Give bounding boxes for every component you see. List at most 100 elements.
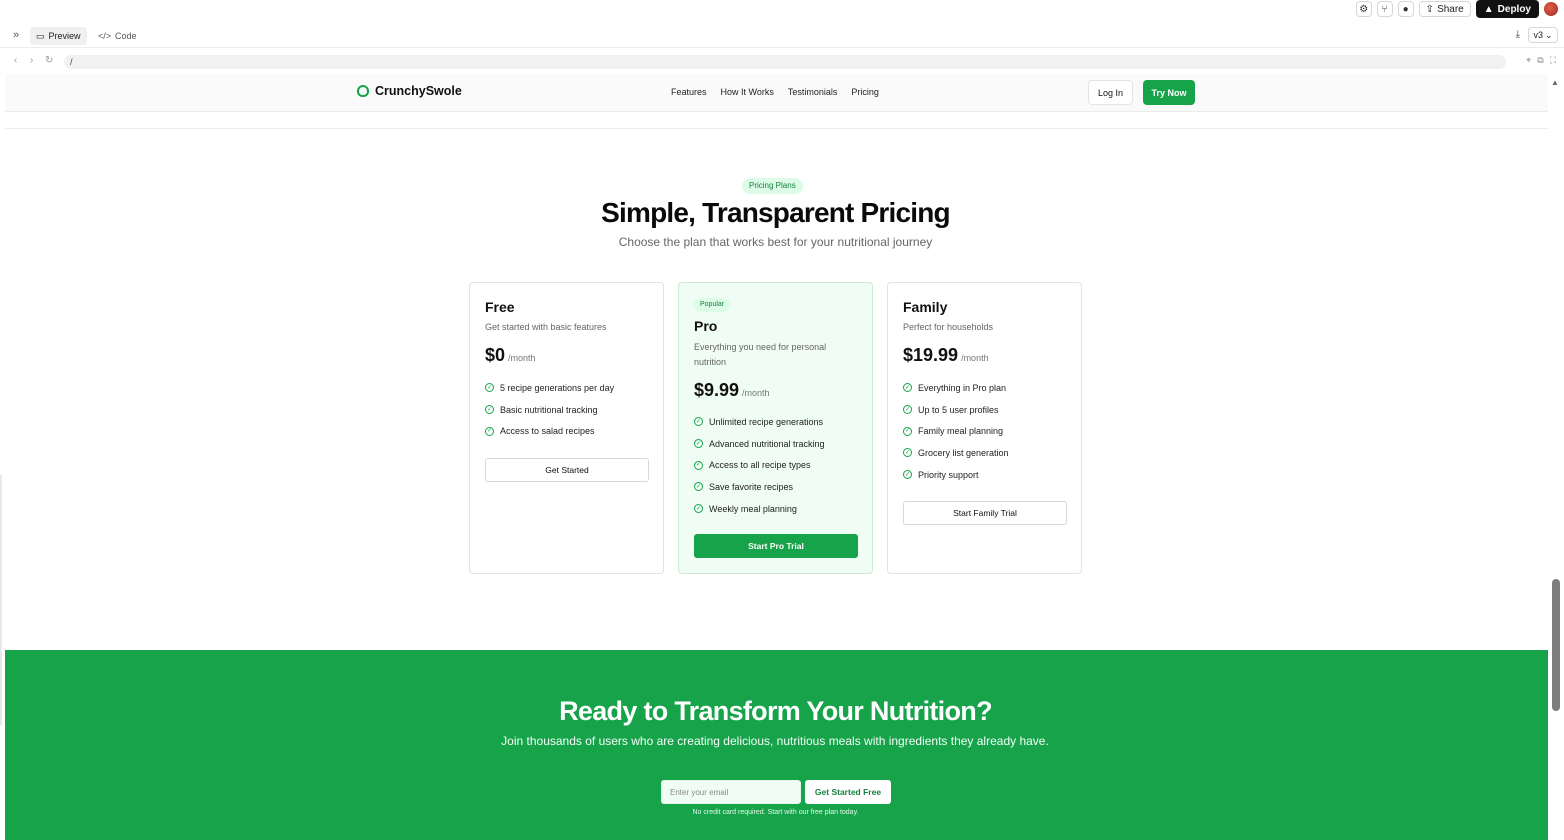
tab-preview-label: Preview (48, 31, 81, 41)
share-label: Share (1437, 3, 1464, 15)
share-button[interactable]: ⇪ Share (1418, 1, 1471, 17)
fullscreen-icon[interactable]: ⛶ (1550, 55, 1556, 66)
plan-feature-text: Weekly meal planning (709, 503, 797, 514)
check-circle-icon: ✓ (694, 417, 703, 427)
url-bar[interactable]: / (64, 55, 1506, 69)
brand-logo[interactable]: CrunchySwole (357, 84, 462, 98)
plan-feature: ✓ Everything in Pro plan (903, 377, 1009, 399)
brand-name: CrunchySwole (375, 84, 462, 98)
plan-price-period: /month (742, 388, 770, 398)
plan-feature-text: Priority support (918, 469, 979, 480)
refresh-icon[interactable]: ↻ (45, 55, 53, 66)
divider (0, 475, 2, 725)
plan-feature-text: Access to salad recipes (500, 426, 595, 437)
check-circle-icon: ✓ (694, 504, 703, 514)
topbar-actions: ⚙ ⑂ ● ⇪ Share ▲ Deploy (1355, 0, 1558, 18)
cta-section: Ready to Transform Your Nutrition? Join … (5, 650, 1548, 840)
deploy-icon: ▲ (1483, 3, 1494, 15)
scrollbar-thumb[interactable] (1552, 579, 1560, 711)
plan-feature: ✓ 5 recipe generations per day (485, 377, 614, 399)
plan-price-amount: $0 (485, 345, 506, 365)
check-circle-icon: ✓ (903, 405, 912, 415)
nav-link-features[interactable]: Features (671, 87, 707, 97)
scroll-up-icon[interactable]: ▲ (1551, 78, 1559, 87)
share-icon: ⇪ (1425, 3, 1435, 15)
check-circle-icon: ✓ (903, 383, 912, 393)
plan-feature-list: ✓ 5 recipe generations per day ✓ Basic nut… (485, 377, 614, 442)
plan-feature-text: Basic nutritional tracking (500, 404, 598, 415)
settings-icon[interactable]: ⚙ (1355, 1, 1372, 17)
plan-feature: ✓ Weekly meal planning (694, 498, 825, 520)
get-started-free-button[interactable]: Get Started Free (805, 780, 891, 804)
login-button[interactable]: Log In (1088, 80, 1133, 105)
pricing-title: Simple, Transparent Pricing (601, 197, 951, 228)
plan-price: $9.99 /month (694, 380, 770, 401)
version-label: v3 (1533, 30, 1543, 40)
plan-feature-text: Advanced nutritional tracking (709, 438, 825, 449)
plan-feature-list: ✓ Unlimited recipe generations ✓ Advanced … (694, 411, 825, 519)
plan-feature: ✓ Grocery list generation (903, 442, 1009, 464)
forward-icon[interactable]: › (30, 55, 33, 66)
expand-sidebar-icon[interactable]: » (13, 29, 19, 41)
nav-link-pricing[interactable]: Pricing (851, 87, 879, 97)
plan-feature: ✓ Save favorite recipes (694, 476, 825, 498)
open-new-window-icon[interactable]: ⧉ (1537, 55, 1543, 66)
plan-price-amount: $19.99 (903, 345, 959, 365)
github-icon[interactable]: ● (1397, 1, 1414, 17)
start-pro-trial-button[interactable]: Start Pro Trial (694, 534, 858, 558)
address-row: ‹ › ↻ / ⌖ ⧉ ⛶ (0, 52, 1564, 72)
version-select[interactable]: v3 ⌄ (1528, 27, 1558, 43)
back-icon[interactable]: ‹ (14, 55, 17, 66)
plan-price-period: /month (961, 353, 989, 363)
deploy-label: Deploy (1497, 3, 1531, 15)
address-tools: ⌖ ⧉ ⛶ (1526, 55, 1556, 66)
plan-description: Everything you need for personal nutriti… (694, 342, 827, 367)
plan-feature-text: Access to all recipe types (709, 460, 811, 471)
plan-feature-text: 5 recipe generations per day (500, 382, 615, 393)
site-navbar: CrunchySwole Features How It Works Testi… (5, 74, 1548, 112)
plan-card-free: Free Get started with basic features $0 … (469, 282, 664, 574)
plan-name: Pro (694, 318, 718, 334)
avatar[interactable] (1544, 2, 1558, 16)
nav-links: Features How It Works Testimonials Prici… (671, 87, 879, 97)
plan-price: $0 /month (485, 345, 536, 366)
check-circle-icon: ✓ (903, 470, 912, 480)
email-field[interactable] (661, 780, 801, 804)
get-started-button[interactable]: Get Started (485, 458, 649, 482)
preview-frame: CrunchySwole Features How It Works Testi… (5, 74, 1548, 840)
cta-title: Ready to Transform Your Nutrition? (559, 696, 992, 726)
plan-feature-text: Grocery list generation (918, 447, 1009, 458)
plan-feature: ✓ Advanced nutritional tracking (694, 433, 825, 455)
inspect-icon[interactable]: ⌖ (1526, 55, 1531, 66)
branch-icon[interactable]: ⑂ (1376, 1, 1393, 17)
popular-badge: Popular (694, 298, 731, 312)
tab-code-label: Code (115, 31, 137, 41)
try-now-button[interactable]: Try Now (1143, 80, 1195, 105)
nav-link-testimonials[interactable]: Testimonials (788, 87, 838, 97)
plan-feature: ✓ Up to 5 user profiles (903, 399, 1009, 421)
scrollbar[interactable]: ▲ (1550, 78, 1562, 840)
deploy-button[interactable]: ▲ Deploy (1475, 0, 1539, 18)
plan-feature-text: Save favorite recipes (709, 481, 794, 492)
plan-name: Free (485, 299, 515, 315)
tab-code[interactable]: </> Code (92, 27, 143, 45)
app-topbar: ⚙ ⑂ ● ⇪ Share ▲ Deploy (0, 0, 1564, 18)
pricing-badge: Pricing Plans (742, 178, 803, 194)
plan-feature: ✓ Basic nutritional tracking (485, 399, 614, 421)
tab-preview[interactable]: ▭ Preview (30, 27, 87, 45)
leaf-icon (357, 85, 369, 97)
check-circle-icon: ✓ (694, 482, 703, 492)
code-icon: </> (98, 31, 112, 41)
plan-feature: ✓ Family meal planning (903, 420, 1009, 442)
cta-note: No credit card required. Start with our … (692, 809, 859, 816)
check-circle-icon: ✓ (485, 426, 494, 436)
plan-card-family: Family Perfect for households $19.99 /mo… (887, 282, 1082, 574)
download-icon[interactable]: ⤓ (1516, 29, 1520, 40)
plan-price: $19.99 /month (903, 345, 989, 366)
plan-price-amount: $9.99 (694, 380, 740, 400)
plan-feature-text: Unlimited recipe generations (709, 416, 824, 427)
check-circle-icon: ✓ (485, 383, 494, 393)
plan-feature: ✓ Access to all recipe types (694, 454, 825, 476)
nav-link-how-it-works[interactable]: How It Works (721, 87, 774, 97)
start-family-trial-button[interactable]: Start Family Trial (903, 501, 1067, 525)
